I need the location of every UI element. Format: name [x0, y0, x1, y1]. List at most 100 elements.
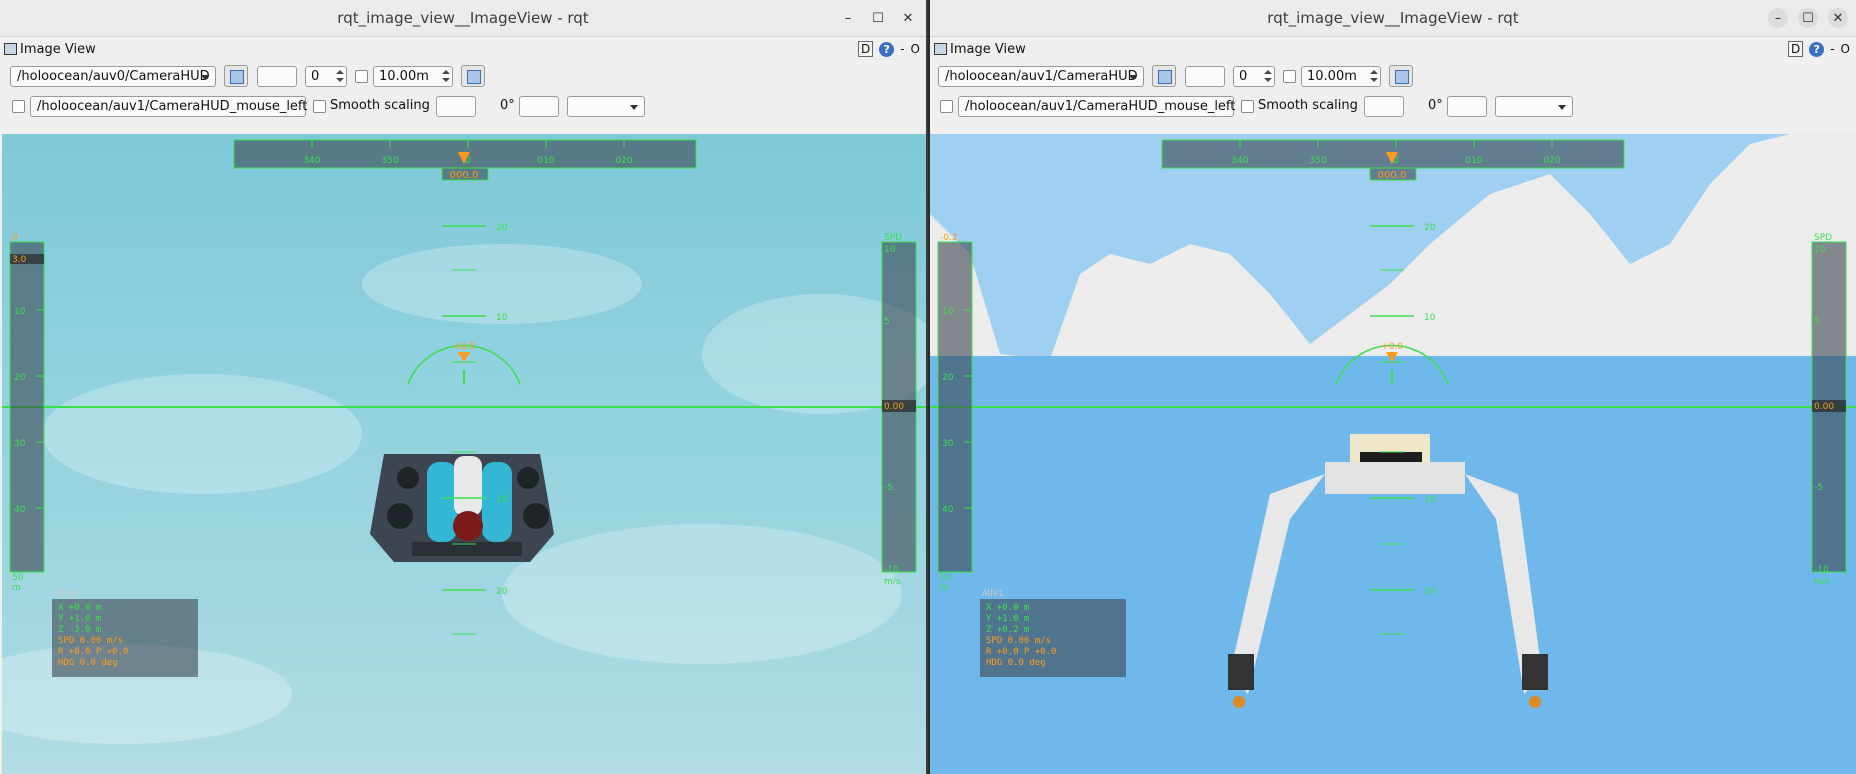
depth-unit: m: [12, 583, 21, 593]
speed-tick-label: -10: [1814, 565, 1829, 575]
blank-field[interactable]: [257, 66, 297, 87]
blank-field[interactable]: [1185, 66, 1225, 87]
rotation-field[interactable]: [1447, 96, 1487, 117]
info-line: R +0.0 P +0.0: [58, 647, 128, 657]
info-line: Y +1.0 m: [58, 614, 101, 624]
speed-unit: m/s: [884, 577, 901, 587]
spin-box[interactable]: 0: [1233, 66, 1275, 87]
info-line: HDG 0.0 deg: [986, 658, 1046, 668]
bluerov-vehicle: [370, 454, 554, 562]
speed-tick-label: 10: [1814, 245, 1826, 255]
help-icon[interactable]: ?: [879, 41, 895, 57]
max-depth-value: 10.00m: [1307, 69, 1357, 84]
window-title: rqt_image_view__ImageView - rqt: [1267, 9, 1519, 27]
info-line: R +0.0 P +0.0: [986, 647, 1056, 657]
dock-close-button[interactable]: O: [911, 42, 920, 56]
info-line: SPD 0.00 m/s: [986, 636, 1051, 646]
speed-tick-label: 5: [884, 317, 890, 327]
smooth-scaling-label: Smooth scaling: [330, 98, 430, 113]
depth-scale-bottom: 50: [940, 573, 952, 583]
heading-tick-label: 020: [1543, 156, 1560, 166]
chevron-down-icon: [1129, 75, 1137, 80]
spin-arrows-icon[interactable]: [1369, 68, 1379, 85]
smooth-scaling-checkbox[interactable]: [313, 100, 326, 113]
dock-title: Image View: [20, 42, 96, 57]
smooth-scaling-checkbox[interactable]: [1241, 100, 1254, 113]
close-button[interactable]: ✕: [1828, 8, 1848, 28]
color-scheme-select[interactable]: [567, 96, 645, 117]
depth-label: 20: [14, 373, 26, 383]
image-view-canvas[interactable]: 340 350 0 010 020 000.0 20 10 10 20 +0.0 0 3.0 10 20 30…: [2, 134, 926, 774]
max-depth-field[interactable]: 10.00m: [373, 66, 453, 87]
minimize-button[interactable]: –: [838, 8, 858, 28]
depth-label: 30: [942, 439, 954, 449]
mouse-topic-input[interactable]: /holoocean/auv1/CameraHUD_mouse_left: [30, 96, 307, 117]
refresh-topics-button[interactable]: [1152, 65, 1176, 87]
mouse-topic-input[interactable]: /holoocean/auv1/CameraHUD_mouse_left: [958, 96, 1236, 117]
info-line: Z -3.0 m: [58, 625, 101, 635]
save-image-button[interactable]: [1389, 65, 1413, 87]
topic-select-value: /holoocean/auv0/CameraHUD: [17, 69, 210, 84]
spin-arrows-icon[interactable]: [335, 68, 345, 85]
spin-box[interactable]: 0: [305, 66, 347, 87]
dynamic-range-checkbox[interactable]: [355, 70, 368, 83]
pitch-label: 20: [1424, 223, 1436, 233]
spin-arrows-icon[interactable]: [1263, 68, 1273, 85]
help-icon[interactable]: ?: [1809, 41, 1825, 57]
pitch-label: 20: [496, 587, 508, 597]
topic-select[interactable]: /holoocean/auv1/CameraHUD: [938, 66, 1144, 87]
maximize-button[interactable]: ☐: [1798, 8, 1818, 28]
chevron-down-icon: [630, 105, 638, 110]
dock-title-bar: Image View D ? - O: [930, 38, 1856, 62]
mouse-topic-value: /holoocean/auv1/CameraHUD_mouse_left: [965, 99, 1236, 114]
window-title: rqt_image_view__ImageView - rqt: [337, 9, 589, 27]
title-bar: rqt_image_view__ImageView - rqt – ☐ ✕: [0, 0, 926, 37]
title-bar: rqt_image_view__ImageView - rqt – ☐ ✕: [930, 0, 1856, 37]
roll-readout: +0.0: [453, 342, 475, 352]
spin-arrows-icon[interactable]: [441, 68, 451, 85]
chevron-down-icon: [1558, 105, 1566, 110]
topic-select[interactable]: /holoocean/auv0/CameraHUD: [10, 66, 216, 87]
speed-tick-label: 10: [884, 245, 896, 255]
blank-field-2[interactable]: [1364, 96, 1404, 117]
speed-unit: m/s: [1814, 577, 1831, 587]
depth-unit: m: [940, 583, 949, 593]
heading-tick-label: 340: [303, 156, 320, 166]
heading-tick-label: 340: [1231, 156, 1248, 166]
pitch-label: 20: [1424, 587, 1436, 597]
info-line: Z +0.2 m: [986, 625, 1029, 635]
speed-label: SPD: [1814, 233, 1832, 243]
dock-d-button[interactable]: D: [1787, 41, 1804, 57]
publish-mouse-checkbox[interactable]: [12, 100, 25, 113]
dynamic-range-checkbox[interactable]: [1283, 70, 1296, 83]
save-image-button[interactable]: [461, 65, 485, 87]
heading-tick-label: 010: [537, 156, 554, 166]
blank-field-2[interactable]: [436, 96, 476, 117]
speed-value: 0.00: [884, 402, 904, 412]
refresh-topics-button[interactable]: [224, 65, 248, 87]
max-depth-field[interactable]: 10.00m: [1301, 66, 1381, 87]
topic-select-value: /holoocean/auv1/CameraHUD: [945, 69, 1138, 84]
depth-label: 30: [14, 439, 26, 449]
dock-d-button[interactable]: D: [857, 41, 874, 57]
depth-label: 40: [942, 505, 954, 515]
dock-minimize-button[interactable]: -: [1830, 42, 1834, 56]
dock-minimize-button[interactable]: -: [900, 42, 904, 56]
image-view-icon: [934, 43, 947, 55]
toolbar-row-2: /holoocean/auv1/CameraHUD_mouse_left Smo…: [0, 94, 926, 120]
info-line: X +0.0 m: [986, 603, 1029, 613]
minimize-button[interactable]: –: [1768, 8, 1788, 28]
refresh-icon: [1158, 70, 1172, 84]
dock-close-button[interactable]: O: [1841, 42, 1850, 56]
rqt-window-auv1: rqt_image_view__ImageView - rqt – ☐ ✕ Im…: [930, 0, 1856, 774]
color-scheme-select[interactable]: [1495, 96, 1573, 117]
publish-mouse-checkbox[interactable]: [940, 100, 953, 113]
image-view-canvas[interactable]: 340 350 0 010 020 000.0 20 10 10 20 +0.0 -0.2 10 20 30…: [930, 134, 1856, 774]
info-line: HDG 0.0 deg: [58, 658, 118, 668]
close-button[interactable]: ✕: [898, 8, 918, 28]
max-depth-value: 10.00m: [379, 69, 429, 84]
save-icon: [1395, 70, 1409, 84]
maximize-button[interactable]: ☐: [868, 8, 888, 28]
rotation-field[interactable]: [519, 96, 559, 117]
speed-tick-label: -5: [1814, 483, 1823, 493]
